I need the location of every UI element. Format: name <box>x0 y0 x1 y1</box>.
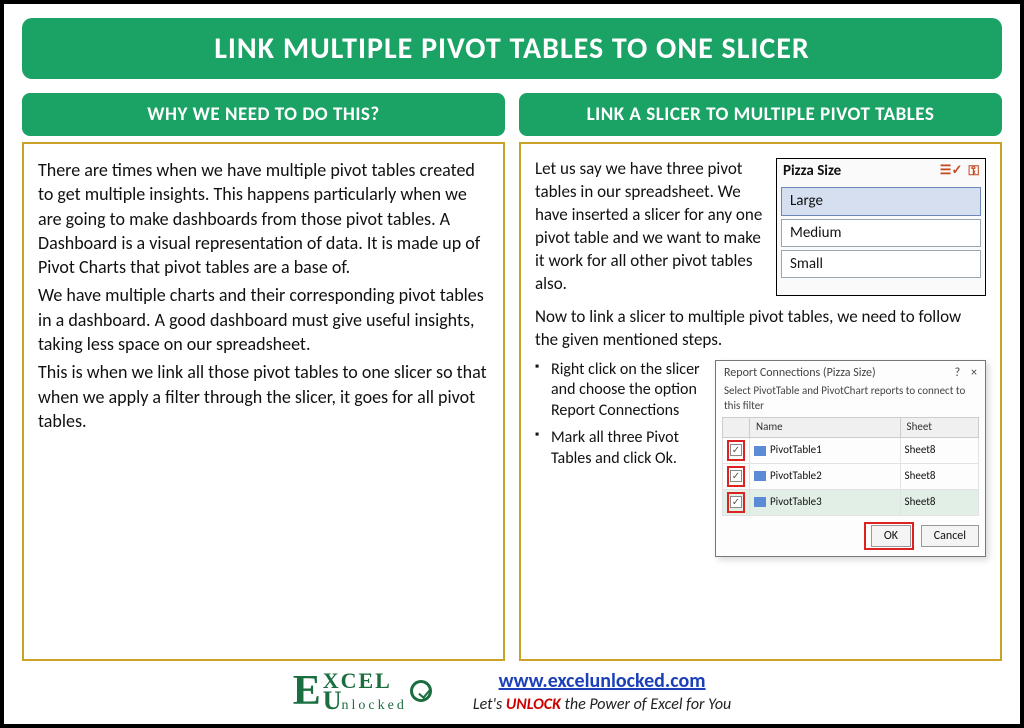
left-paragraph-2: We have multiple charts and their corres… <box>38 283 489 356</box>
row-name: PivotTable2 <box>770 469 822 482</box>
row-sheet: Sheet8 <box>900 464 978 490</box>
table-row[interactable]: ✓ PivotTable2 Sheet8 <box>723 464 979 490</box>
cancel-button[interactable]: Cancel <box>921 525 979 547</box>
col-check <box>723 418 750 438</box>
slogan-pre: Let's <box>473 695 506 714</box>
slicer-item-small[interactable]: Small <box>781 250 981 278</box>
footer: E XCEL Unlocked www.excelunlocked.com Le… <box>22 661 1002 714</box>
checkbox-icon[interactable]: ✓ <box>730 496 742 508</box>
clear-filter-icon[interactable]: ⚿ <box>968 162 979 181</box>
slicer-title: Pizza Size <box>783 161 841 181</box>
site-url[interactable]: www.excelunlocked.com <box>473 669 731 693</box>
right-header: LINK A SLICER TO MULTIPLE PIVOT TABLES <box>519 93 1002 136</box>
brand-logo: E XCEL Unlocked <box>293 671 433 712</box>
left-column: WHY WE NEED TO DO THIS? There are times … <box>22 93 505 661</box>
right-intro-text: Let us say we have three pivot tables in… <box>535 158 766 296</box>
checkbox-icon[interactable]: ✓ <box>730 470 742 482</box>
right-intro-row: Let us say we have three pivot tables in… <box>535 158 986 296</box>
left-paragraph-1: There are times when we have multiple pi… <box>38 158 489 279</box>
slogan-post: the Power of Excel for You <box>561 695 731 714</box>
row-name: PivotTable3 <box>770 495 822 508</box>
slicer-item-large[interactable]: Large <box>781 187 981 215</box>
content-columns: WHY WE NEED TO DO THIS? There are times … <box>22 93 1002 661</box>
pivottable-icon <box>754 446 766 456</box>
close-icon[interactable]: × <box>971 366 977 380</box>
step-1: Right click on the slicer and choose the… <box>535 360 705 422</box>
pivottable-icon <box>754 497 766 507</box>
dialog-titlebar: Report Connections (Pizza Size) ? × <box>722 365 979 384</box>
multiselect-icon[interactable]: ☰✓ <box>940 162 963 180</box>
keyhole-icon <box>410 680 432 702</box>
ok-button[interactable]: OK <box>871 525 911 547</box>
slicer-panel[interactable]: Pizza Size ☰✓ ⚿ Large Medium Small <box>776 158 986 296</box>
left-paragraph-3: This is when we link all those pivot tab… <box>38 360 489 433</box>
slogan: Let's UNLOCK the Power of Excel for You <box>473 695 731 714</box>
steps-list: Right click on the slicer and choose the… <box>535 360 705 557</box>
left-header: WHY WE NEED TO DO THIS? <box>22 93 505 136</box>
steps-row: Right click on the slicer and choose the… <box>535 360 986 557</box>
row-sheet: Sheet8 <box>900 438 978 464</box>
right-mid-text: Now to link a slicer to multiple pivot t… <box>535 306 986 352</box>
slogan-unlock: UNLOCK <box>506 695 561 714</box>
table-row[interactable]: ✓ PivotTable1 Sheet8 <box>723 438 979 464</box>
left-body: There are times when we have multiple pi… <box>22 142 505 661</box>
col-name: Name <box>750 418 901 438</box>
slicer-item-medium[interactable]: Medium <box>781 219 981 247</box>
col-sheet: Sheet <box>900 418 978 438</box>
row-name: PivotTable1 <box>770 443 822 456</box>
dialog-buttons: OK Cancel <box>722 522 979 550</box>
dialog-subtitle: Select PivotTable and PivotChart reports… <box>722 384 979 418</box>
pivottable-icon <box>754 471 766 481</box>
dialog-table: Name Sheet ✓ PivotTable1 Sheet8 ✓ PivotT… <box>722 417 979 515</box>
right-column: LINK A SLICER TO MULTIPLE PIVOT TABLES L… <box>519 93 1002 661</box>
page-title: LINK MULTIPLE PIVOT TABLES TO ONE SLICER <box>22 18 1002 79</box>
step-2: Mark all three Pivot Tables and click Ok… <box>535 428 705 470</box>
logo-bottom-text: nlocked <box>342 698 407 713</box>
dialog-title: Report Connections (Pizza Size) <box>724 365 876 381</box>
right-body: Let us say we have three pivot tables in… <box>519 142 1002 661</box>
logo-letter-e: E <box>293 675 321 709</box>
row-sheet: Sheet8 <box>900 489 978 515</box>
help-icon[interactable]: ? <box>955 366 961 380</box>
checkbox-icon[interactable]: ✓ <box>730 444 742 456</box>
tagline: www.excelunlocked.com Let's UNLOCK the P… <box>473 669 731 714</box>
report-connections-dialog[interactable]: Report Connections (Pizza Size) ? × Sele… <box>715 360 986 557</box>
slicer-header: Pizza Size ☰✓ ⚿ <box>777 159 985 185</box>
table-row[interactable]: ✓ PivotTable3 Sheet8 <box>723 489 979 515</box>
logo-letter-u: U <box>323 686 342 715</box>
